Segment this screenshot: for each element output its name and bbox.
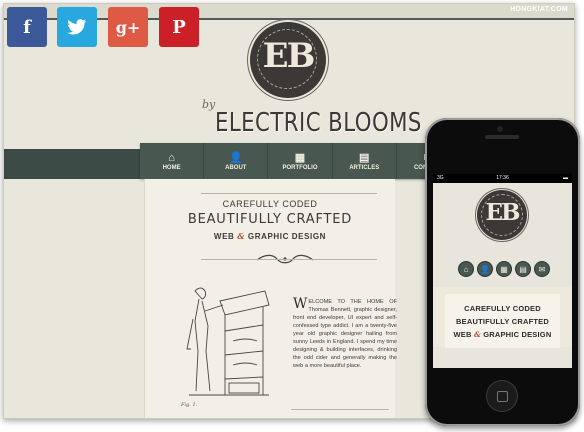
divider bbox=[291, 409, 389, 410]
mobile-nav: ⌂ 👤 ▦ ▤ ✉ bbox=[459, 262, 549, 278]
home-icon: ⌂ bbox=[168, 151, 175, 164]
intro-text: ELCOME TO THE HOME OF Thomas Bennett, gr… bbox=[293, 299, 397, 369]
nav-label: PORTFOLIO bbox=[282, 164, 318, 171]
mobile-hero-ampersand: & bbox=[473, 330, 481, 339]
drop-cap: W bbox=[293, 296, 308, 312]
person-icon: 👤 bbox=[228, 151, 243, 164]
content-panel: CAREFULLY CODED BEAUTIFULLY CRAFTED WEB … bbox=[144, 179, 397, 418]
document-icon: ▤ bbox=[359, 151, 370, 164]
home-square-icon bbox=[497, 391, 508, 402]
nav-item-articles[interactable]: ▤ ARTICLES bbox=[333, 143, 397, 179]
mobile-hero-web: WEB bbox=[453, 330, 472, 339]
nav-ribbon bbox=[4, 149, 140, 179]
nav-item-home[interactable]: ⌂ HOME bbox=[140, 143, 205, 179]
calendar-icon: ▦ bbox=[294, 151, 306, 164]
mobile-hero-line-3: WEB & GRAPHIC DESIGN bbox=[445, 330, 560, 339]
speaker-grill bbox=[485, 135, 519, 139]
pinterest-share-button[interactable]: P bbox=[159, 7, 199, 47]
phone-screen: 3G 17:36 ▬ EB ⌂ 👤 ▦ ▤ ✉ CAREFULLY CODED … bbox=[433, 174, 572, 368]
main-nav: ⌂ HOME 👤 ABOUT ▦ PORTFOLIO ▤ ARTICLES ✉ … bbox=[140, 143, 460, 179]
google-plus-share-button[interactable]: g+ bbox=[108, 7, 148, 47]
hero-line-3: WEB & GRAPHIC DESIGN bbox=[145, 231, 395, 241]
site-logo[interactable]: EB bbox=[250, 22, 326, 98]
mobile-person-icon[interactable]: 👤 bbox=[478, 262, 492, 276]
hero-web: WEB bbox=[213, 232, 235, 241]
phone-status-bar: 3G 17:36 ▬ bbox=[433, 174, 572, 183]
hero-line-1: CAREFULLY CODED bbox=[222, 199, 318, 209]
iphone-mockup: 3G 17:36 ▬ EB ⌂ 👤 ▦ ▤ ✉ CAREFULLY CODED … bbox=[425, 118, 580, 426]
nav-item-portfolio[interactable]: ▦ PORTFOLIO bbox=[268, 143, 333, 179]
site-title[interactable]: ELECTRIC BLOOMS bbox=[215, 108, 422, 138]
mobile-hero-line-1: CAREFULLY CODED bbox=[464, 304, 541, 313]
twitter-bird-icon bbox=[67, 19, 86, 35]
battery-icon: ▬ bbox=[563, 175, 568, 181]
logo-monogram: EB bbox=[262, 36, 316, 76]
engraving-illustration bbox=[186, 287, 270, 396]
divider bbox=[201, 259, 377, 260]
twitter-share-button[interactable] bbox=[57, 7, 97, 47]
mobile-mail-icon[interactable]: ✉ bbox=[535, 262, 549, 276]
home-button[interactable] bbox=[486, 380, 518, 412]
nav-item-about[interactable]: 👤 ABOUT bbox=[204, 143, 269, 179]
logo-monogram: EB bbox=[485, 199, 521, 226]
figure-caption: Fig. 1. bbox=[181, 402, 198, 408]
hero-graphic-design: GRAPHIC DESIGN bbox=[247, 232, 327, 241]
facebook-share-button[interactable]: f bbox=[7, 7, 47, 47]
mobile-hero-card: CAREFULLY CODED BEAUTIFULLY CRAFTED WEB … bbox=[445, 294, 560, 348]
hero-ampersand: & bbox=[237, 231, 246, 241]
mobile-hero-graphic-design: GRAPHIC DESIGN bbox=[483, 330, 552, 339]
divider bbox=[201, 193, 377, 194]
nav-label: ARTICLES bbox=[349, 164, 380, 171]
mobile-document-icon[interactable]: ▤ bbox=[516, 262, 530, 276]
camera-icon bbox=[497, 126, 503, 132]
intro-paragraph: W ELCOME TO THE HOME OF Thomas Bennett, g… bbox=[293, 296, 397, 370]
hero-line-2: BEAUTIFULLY CRAFTED bbox=[187, 212, 353, 227]
mobile-hero-line-2: BEAUTIFULLY CRAFTED bbox=[456, 317, 549, 326]
nav-label: ABOUT bbox=[225, 164, 247, 171]
brand-watermark: HONGKIAT.COM bbox=[510, 6, 568, 13]
byline: by bbox=[202, 98, 216, 111]
mobile-home-icon[interactable]: ⌂ bbox=[459, 262, 473, 276]
nav-label: HOME bbox=[162, 164, 181, 171]
mobile-logo[interactable]: EB bbox=[477, 190, 527, 240]
mobile-calendar-icon[interactable]: ▦ bbox=[497, 262, 511, 276]
phone-time: 17:36 bbox=[496, 175, 509, 181]
